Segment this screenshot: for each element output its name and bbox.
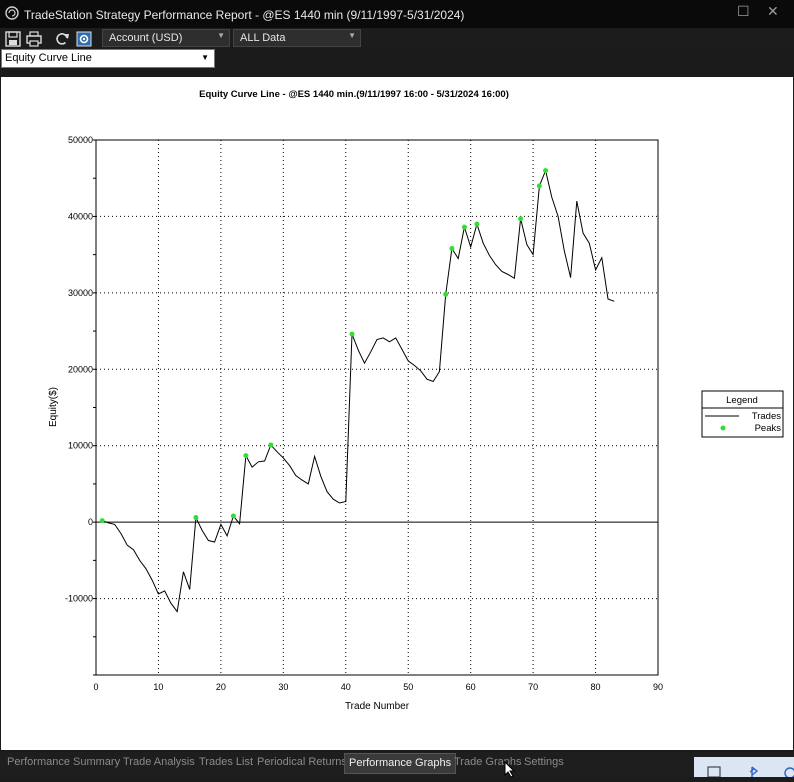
chart-tick-labels: 0 10 20 30 40 50 60 70 80 90 -10000 0 10000 20000 3000… <box>65 135 663 692</box>
y-axis-label: Equity($) <box>48 387 59 427</box>
settings-icon[interactable] <box>75 30 93 48</box>
y-tick-label: 20000 <box>68 364 93 374</box>
y-tick-label: 50000 <box>68 135 93 145</box>
legend-item-peaks: Peaks <box>755 423 782 434</box>
x-tick-label: 30 <box>278 682 288 692</box>
equity-curve-chart: Equity Curve Line - @ES 1440 min.(9/11/1… <box>48 89 784 712</box>
bluetooth-icon <box>749 766 759 777</box>
peak-point <box>99 518 105 524</box>
tab-trade-analysis[interactable]: Trade Analysis <box>123 756 195 768</box>
x-tick-label: 10 <box>153 682 163 692</box>
legend-item-trades: Trades <box>752 411 781 422</box>
peak-point <box>543 168 549 174</box>
y-tick-label: 30000 <box>68 288 93 298</box>
y-tick-label: 10000 <box>68 441 93 451</box>
peak-point <box>349 331 355 337</box>
y-tick-label: -10000 <box>65 594 93 604</box>
legend-dot-swatch <box>720 425 726 431</box>
window-title: TradeStation Strategy Performance Report… <box>24 8 465 22</box>
account-select-value: Account (USD) <box>109 32 183 44</box>
tradestation-logo-icon <box>5 6 19 20</box>
peak-point <box>268 442 274 448</box>
tab-periodical-returns[interactable]: Periodical Returns <box>257 756 347 768</box>
x-tick-label: 50 <box>403 682 413 692</box>
peak-point <box>449 246 455 252</box>
close-button[interactable]: ✕ <box>767 3 779 20</box>
toolbar: Account (USD) ▼ ALL Data ▼ <box>0 28 794 50</box>
graph-type-select[interactable]: Equity Curve Line ▼ <box>1 49 215 68</box>
peak-point <box>461 224 467 230</box>
x-tick-label: 40 <box>341 682 351 692</box>
graph-type-select-value: Equity Curve Line <box>5 52 92 64</box>
legend-title: Legend <box>726 395 758 406</box>
network-icon <box>784 767 794 779</box>
x-tick-label: 80 <box>591 682 601 692</box>
refresh-icon[interactable] <box>53 30 71 48</box>
x-tick-label: 90 <box>653 682 663 692</box>
peak-point <box>443 291 449 297</box>
y-tick-label: 0 <box>88 517 93 527</box>
chart-panel: Equity Curve Line - @ES 1440 min.(9/11/1… <box>1 77 793 750</box>
chevron-down-icon: ▼ <box>217 31 225 40</box>
peak-point <box>518 216 524 222</box>
series-trades-line <box>102 168 615 613</box>
peak-point <box>536 183 542 189</box>
peak-point <box>193 515 199 521</box>
peak-point <box>230 513 236 519</box>
x-tick-label: 70 <box>528 682 538 692</box>
data-range-select[interactable]: ALL Data ▼ <box>233 29 361 47</box>
window-title-bar: TradeStation Strategy Performance Report… <box>0 0 794 28</box>
chart-series <box>99 168 615 613</box>
data-range-select-value: ALL Data <box>240 32 286 44</box>
peak-point <box>474 221 480 227</box>
peak-point <box>243 453 249 459</box>
tray-icons <box>707 766 794 779</box>
report-tabs: Performance Summary Trade Analysis Trade… <box>0 752 794 777</box>
y-tick-label: 40000 <box>68 211 93 221</box>
save-icon[interactable] <box>4 30 22 48</box>
chart-axes <box>93 139 659 676</box>
x-tick-label: 20 <box>216 682 226 692</box>
chart-title: Equity Curve Line - @ES 1440 min.(9/11/1… <box>199 89 509 100</box>
mouse-cursor-icon <box>504 761 516 777</box>
window-icon <box>707 766 721 778</box>
chevron-down-icon: ▼ <box>348 31 356 40</box>
chevron-down-icon: ▼ <box>201 53 209 62</box>
tab-performance-summary[interactable]: Performance Summary <box>7 756 120 768</box>
x-tick-label: 60 <box>466 682 476 692</box>
chart-legend: Legend Trades Peaks <box>701 390 784 438</box>
x-axis-label: Trade Number <box>345 701 410 712</box>
x-tick-label: 0 <box>93 682 98 692</box>
print-icon[interactable] <box>25 30 43 48</box>
tab-settings[interactable]: Settings <box>524 756 564 768</box>
account-select[interactable]: Account (USD) ▼ <box>102 29 230 47</box>
taskbar-tray <box>694 757 794 779</box>
tab-trades-list[interactable]: Trades List <box>199 756 253 768</box>
tab-performance-graphs[interactable]: Performance Graphs <box>344 753 457 774</box>
maximize-button[interactable]: ☐ <box>737 3 750 20</box>
